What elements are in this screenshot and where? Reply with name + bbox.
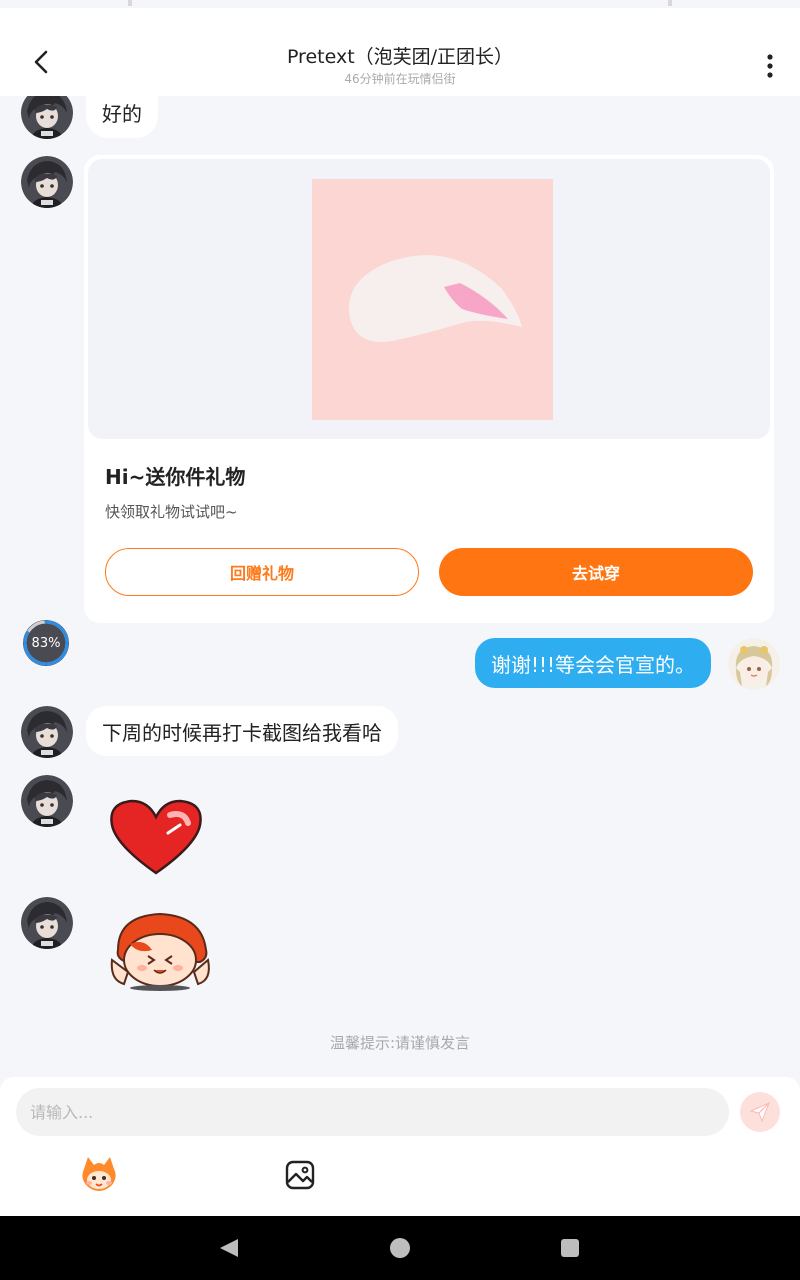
gift-title: Hi~送你件礼物 [105, 465, 246, 489]
chat-title: Pretext（泡芙团/正团长） [286, 46, 514, 68]
more-vertical-icon [767, 54, 773, 78]
message-text: 好的 [102, 101, 142, 126]
status-tick [128, 0, 132, 6]
chat-subtitle: 46分钟前在玩情侣街 [344, 72, 456, 86]
chat-header: Pretext（泡芙团/正团长） 46分钟前在玩情侣街 [0, 8, 800, 96]
self-avatar[interactable] [728, 638, 780, 690]
image-icon[interactable] [284, 1159, 316, 1191]
upload-progress-text: 83% [31, 635, 61, 651]
heart-sticker[interactable] [106, 795, 206, 877]
send-icon [749, 1102, 770, 1123]
status-tick [668, 0, 672, 6]
message-input[interactable] [16, 1088, 729, 1136]
system-navbar [0, 1216, 800, 1280]
gift-image[interactable] [312, 179, 553, 420]
try-on-button[interactable]: 去试穿 [439, 548, 753, 596]
gift-card: Hi~送你件礼物 快领取礼物试试吧~ 回赠礼物 去试穿 [84, 155, 774, 623]
avatar[interactable] [21, 775, 73, 827]
mascot-sticker[interactable] [108, 910, 214, 992]
message-bubble[interactable]: 下周的时候再打卡截图给我看哈 [86, 706, 398, 756]
nav-home-icon[interactable] [390, 1238, 410, 1258]
input-bar [0, 1077, 800, 1216]
nav-back-icon[interactable] [218, 1237, 240, 1259]
message-text: 下周的时候再打卡截图给我看哈 [102, 720, 382, 745]
more-button[interactable] [752, 48, 788, 84]
send-button[interactable] [740, 1092, 780, 1132]
avatar[interactable] [21, 706, 73, 758]
gift-image-area [88, 159, 770, 439]
gift-description: 快领取礼物试试吧~ [105, 503, 238, 521]
avatar[interactable] [21, 96, 73, 139]
mascot-emoji-icon[interactable] [78, 1155, 120, 1193]
avatar[interactable] [21, 156, 73, 208]
message-bubble[interactable]: 好的 [86, 86, 158, 138]
avatar[interactable] [21, 897, 73, 949]
tip-text: 温馨提示:请谨慎发言 [329, 1034, 471, 1052]
status-strip [0, 0, 800, 8]
message-text: 谢谢!!!等会会官宣的。 [491, 652, 696, 677]
return-gift-button[interactable]: 回赠礼物 [105, 548, 419, 596]
nav-recent-icon[interactable] [561, 1239, 579, 1257]
message-bubble-self[interactable]: 谢谢!!!等会会官宣的。 [475, 638, 712, 688]
